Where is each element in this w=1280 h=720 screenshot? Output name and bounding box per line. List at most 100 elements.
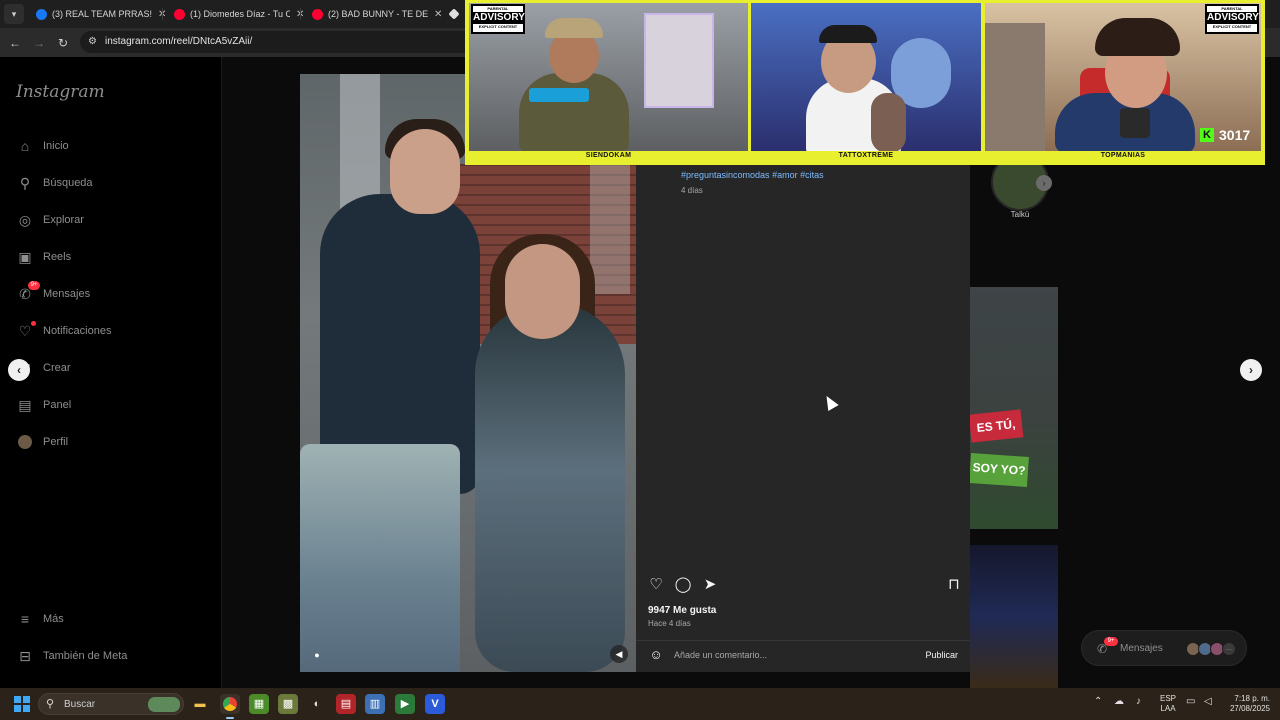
comment-icon[interactable]: ◯: [673, 575, 693, 595]
volume-icon[interactable]: ◀: [610, 645, 628, 663]
media-app-icon[interactable]: ▶: [395, 694, 415, 714]
sidebar-item-busqueda[interactable]: ⚲ Búsqueda: [16, 171, 93, 195]
sidebar-item-explorar[interactable]: ◎ Explorar: [16, 208, 84, 232]
messages-dock[interactable]: ✆ 9+ Mensajes …: [1081, 630, 1247, 666]
sidebar-item-label: Panel: [43, 399, 72, 411]
viewer-count: 3017: [1219, 127, 1251, 143]
sidebar-item-inicio[interactable]: ⌂ Inicio: [16, 134, 69, 158]
sidebar-item-label: Más: [43, 613, 64, 625]
sidebar-item-reels[interactable]: ▣ Reels: [16, 245, 71, 269]
system-clock[interactable]: 7:18 p. m. 27/08/2025: [1222, 694, 1270, 714]
calculator-icon[interactable]: ▥: [365, 694, 385, 714]
unread-badge: 9+: [1104, 637, 1118, 646]
game-icon[interactable]: ▩: [278, 694, 298, 714]
like-count[interactable]: 9947 Me gusta: [648, 605, 716, 616]
tab-facebook[interactable]: (3) REAL TEAM PRRAS! | F ✕: [28, 3, 166, 25]
instagram-logo[interactable]: Instagram: [16, 82, 105, 102]
hashtag-link[interactable]: #amor: [772, 170, 798, 180]
like-icon[interactable]: ♡: [646, 575, 666, 595]
compass-icon: ◎: [18, 212, 32, 228]
sidebar-item-mensajes[interactable]: ✆ 9+ Mensajes: [16, 281, 91, 306]
menu-icon: ≡: [20, 611, 30, 627]
site-settings-icon[interactable]: ⚙: [88, 36, 100, 48]
tab-other[interactable]: [442, 3, 463, 25]
reload-icon[interactable]: ↻: [55, 35, 71, 51]
chrome-icon[interactable]: [220, 694, 240, 719]
facebook-icon: [36, 8, 47, 20]
messages-label: Mensajes: [1120, 643, 1163, 654]
sidebar-item-label: Mensajes: [43, 288, 91, 300]
webcam-tattoxtreme: [751, 3, 981, 151]
tab-title: (1) Diomedes Díaz - Tu Cu: [190, 9, 290, 19]
sidebar-item-mas[interactable]: ≡ Más: [16, 607, 64, 631]
sidebar-item-label: Reels: [43, 251, 72, 263]
dashboard-icon: ▤: [18, 397, 32, 413]
profile-avatar: [16, 433, 34, 451]
tab-youtube-bad-bunny[interactable]: (2) BAD BUNNY - TE DESP ✕: [304, 3, 442, 25]
tab-title: (3) REAL TEAM PRRAS! | F: [52, 9, 152, 19]
github-icon[interactable]: ◐: [307, 694, 327, 714]
heart-icon: ♡: [16, 321, 36, 340]
input-language[interactable]: ESP LAA: [1160, 694, 1176, 714]
meta-apps-icon: ⊟: [19, 648, 31, 664]
webcam-label: SIENDOKAM: [585, 152, 632, 159]
url-text[interactable]: instagram.com/reel/DNtcA5vZAii/: [105, 36, 252, 47]
tab-youtube-diomedes[interactable]: (1) Diomedes Díaz - Tu Cu ✕: [166, 3, 304, 25]
post-actions: ♡ ◯ ➤ ⊓: [646, 575, 966, 595]
webcam-label: TOPMANIAS: [1100, 152, 1146, 159]
back-icon[interactable]: ←: [7, 35, 23, 51]
file-explorer-icon[interactable]: ▬: [190, 694, 210, 714]
hashtag-link[interactable]: #citas: [800, 170, 824, 180]
sidebar-item-label: Explorar: [43, 214, 84, 226]
next-reel-thumbnail-bottom[interactable]: [970, 545, 1058, 688]
forward-icon[interactable]: →: [31, 35, 47, 51]
sidebar-item-label: También de Meta: [43, 650, 128, 662]
microphone-icon[interactable]: ♪: [1136, 696, 1141, 707]
bookmark-icon[interactable]: ⊓: [944, 575, 964, 595]
home-icon: ⌂: [20, 138, 30, 154]
sidebar-item-perfil[interactable]: Perfil: [16, 430, 68, 454]
onedrive-icon[interactable]: ☁: [1114, 696, 1124, 707]
taskbar-search[interactable]: ⚲ Buscar: [38, 693, 184, 715]
comment-composer: ☺ Añade un comentario... Publicar: [636, 640, 970, 672]
chevron-up-icon[interactable]: ⌃: [1094, 696, 1102, 707]
windows-start-button[interactable]: [14, 696, 30, 712]
hashtag-link[interactable]: #preguntasincomodas: [681, 170, 770, 180]
kick-viewer-count: K 3017: [1200, 126, 1250, 144]
tagged-people-icon[interactable]: ●: [308, 646, 326, 664]
unread-badge: 9+: [28, 281, 40, 290]
tab-search-button[interactable]: ▾: [4, 4, 24, 24]
stream-webcam-overlay: PARENTAL ADVISORY EXPLICIT CONTENT PAREN…: [465, 0, 1265, 165]
v-app-icon[interactable]: V: [425, 694, 445, 714]
search-highlight-icon: [148, 697, 180, 712]
share-icon[interactable]: ➤: [700, 575, 720, 595]
caption-timestamp: 4 días: [681, 186, 703, 195]
publish-button[interactable]: Publicar: [925, 650, 958, 660]
tab-title: (2) BAD BUNNY - TE DESP: [328, 9, 428, 19]
search-icon: ⚲: [46, 698, 55, 710]
emoji-icon[interactable]: ☺: [648, 647, 664, 663]
app-icon[interactable]: ▤: [336, 694, 356, 714]
notification-dot: [31, 321, 36, 326]
next-reel-thumbnail[interactable]: ES TÚ, SOY YO?: [970, 287, 1058, 529]
sidebar-item-meta[interactable]: ⊟ También de Meta: [16, 644, 127, 668]
search-icon: ⚲: [19, 175, 31, 191]
sidebar-item-label: Búsqueda: [43, 177, 93, 189]
sidebar-item-notificaciones[interactable]: ♡ Notificaciones: [16, 319, 111, 343]
post-timestamp[interactable]: Hace 4 días: [648, 619, 691, 628]
volume-icon[interactable]: ◁: [1204, 696, 1212, 707]
network-icon[interactable]: ▭: [1186, 696, 1195, 707]
youtube-icon: [174, 8, 185, 20]
webcam-label: TATTOXTREME: [838, 152, 894, 159]
post-hashtags[interactable]: #preguntasincomodas #amor #citas: [681, 170, 824, 180]
instagram-sidebar: Instagram ⌂ Inicio ⚲ Búsqueda ◎ Explorar…: [0, 57, 222, 688]
parental-advisory-logo: PARENTAL ADVISORY EXPLICIT CONTENT: [1205, 4, 1259, 34]
comment-input[interactable]: Añade un comentario...: [674, 650, 767, 660]
thumbnail-sign-text: ES TÚ,: [976, 417, 1016, 435]
chevron-right-icon[interactable]: ›: [1036, 175, 1052, 191]
previous-reel-button[interactable]: ‹: [8, 359, 30, 381]
minecraft-icon[interactable]: ▦: [249, 694, 269, 714]
next-reel-button[interactable]: ›: [1240, 359, 1262, 381]
kick-icon: K: [1200, 128, 1214, 142]
sidebar-item-panel[interactable]: ▤ Panel: [16, 393, 71, 417]
